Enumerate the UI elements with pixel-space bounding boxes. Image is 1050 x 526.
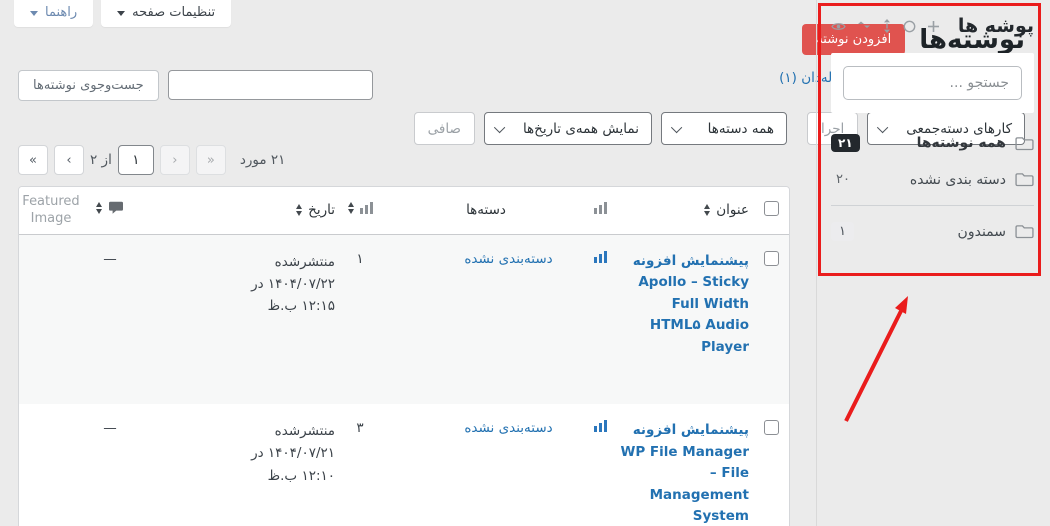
post-stats-icon[interactable] [593, 250, 607, 263]
current-page-input[interactable] [117, 145, 154, 175]
categories-filter-select[interactable]: همه دسته‌ها [661, 112, 787, 145]
views-count: ۳ [356, 420, 364, 436]
help-tab-label: راهنما [45, 5, 78, 20]
bar-chart-icon [359, 202, 373, 215]
dates-filter-label: نمایش همه‌ی تاریخ‌ها [522, 120, 639, 137]
post-stats-icon[interactable] [593, 420, 607, 432]
folders-divider [831, 205, 1034, 206]
categories-header-label: دسته‌ها [466, 202, 506, 219]
column-header-views[interactable] [335, 187, 385, 235]
sort-arrows-icon [296, 204, 303, 217]
last-page-button[interactable]: » [195, 145, 226, 175]
post-datetime: ۱۴۰۴/۰۷/۲۱ در ۱۲:۱۰ ب.ظ [251, 445, 335, 484]
folder-icon [1015, 136, 1034, 150]
wordpress-posts-screen: { "screen_meta": { "help_label": "راهنما… [0, 0, 1050, 526]
folder-label: سمندون [957, 223, 1006, 240]
folder-item-uncategorized[interactable]: دسته بندی نشده ۲۰ [817, 161, 1050, 198]
featured-image-cell [19, 234, 85, 404]
posts-search: جست‌وجوی نوشته‌ها [18, 70, 373, 101]
pagination: ۲۱ مورد » › از ۲ ‹ « [18, 145, 285, 175]
post-status: منتشرشده [274, 423, 335, 439]
dates-filter-select[interactable]: نمایش همه‌ی تاریخ‌ها [483, 112, 652, 145]
column-header-comments[interactable] [85, 187, 135, 235]
chevron-down-icon [670, 121, 683, 133]
search-posts-button[interactable]: جست‌وجوی نوشته‌ها [18, 70, 159, 101]
folder-label: همه نوشته‌ها [916, 135, 1006, 151]
total-pages-label: از ۲ [90, 152, 112, 168]
comments-count: — [103, 420, 117, 436]
folders-panel-title: پوشه ها [957, 15, 1034, 37]
first-page-button[interactable]: « [18, 145, 48, 175]
date-cell: منتشرشده ۱۴۰۴/۰۷/۲۲ در ۱۲:۱۵ ب.ظ [219, 251, 335, 318]
category-link[interactable]: دسته‌بندی نشده [464, 420, 552, 436]
screen-options-tab[interactable]: تنظیمات صفحه [101, 0, 232, 27]
column-header-featured-image: Featured Image [19, 187, 85, 235]
next-page-button[interactable]: › [159, 145, 190, 175]
eye-icon[interactable] [831, 21, 846, 32]
folder-item-samandoon[interactable]: سمندون ۱ [817, 213, 1050, 250]
post-datetime: ۱۴۰۴/۰۷/۲۲ در ۱۲:۱۵ ب.ظ [251, 275, 335, 315]
post-title-link[interactable]: پیشنمایش افزونه WP File Manager – File M… [619, 420, 749, 526]
folders-panel: پوشه ها همه نوشته‌ها ۲۱ [816, 0, 1050, 526]
folder-item-all-posts[interactable]: همه نوشته‌ها ۲۱ [817, 125, 1050, 161]
folder-count-badge: ۲۱ [831, 134, 860, 152]
folders-search-card [831, 53, 1034, 113]
category-link[interactable]: دسته‌بندی نشده [464, 251, 552, 267]
screen-options-label: تنظیمات صفحه [132, 5, 216, 20]
sort-arrows-icon [347, 202, 354, 215]
caret-down-icon [117, 10, 126, 20]
row-checkbox[interactable] [763, 420, 779, 435]
date-cell: منتشرشده ۱۴۰۴/۰۷/۲۱ در ۱۲:۱۰ ب.ظ [219, 420, 335, 487]
table-row: پیشنمایش افزونه Apollo – Sticky Full Wid… [19, 234, 789, 404]
sort-arrows-icon [96, 202, 102, 215]
bar-chart-icon [593, 202, 607, 215]
circle-icon[interactable] [903, 20, 916, 33]
prev-page-button[interactable]: ‹ [54, 145, 84, 175]
column-header-date[interactable]: تاریخ [135, 187, 335, 235]
folders-search-input[interactable] [843, 66, 1022, 100]
sort-arrows-icon [704, 204, 711, 217]
date-header-label: تاریخ [308, 202, 335, 219]
items-count: ۲۱ مورد [239, 152, 286, 168]
row-checkbox[interactable] [763, 250, 779, 266]
search-posts-input[interactable] [167, 70, 373, 100]
folder-icon [1015, 173, 1034, 187]
filter-button[interactable]: صافی [413, 112, 475, 145]
select-all-checkbox[interactable] [763, 200, 779, 216]
screen-meta-tabs: راهنما تنظیمات صفحه [14, 0, 232, 27]
folder-count: ۲۰ [836, 172, 850, 187]
resize-vertical-icon[interactable] [882, 19, 892, 33]
folder-count-badge: ۱ [831, 222, 854, 241]
sort-icon[interactable] [857, 21, 871, 31]
folders-toolbar [831, 19, 940, 33]
help-tab[interactable]: راهنما [14, 0, 94, 27]
views-count: ۱ [335, 234, 385, 404]
categories-filter-label: همه دسته‌ها [707, 120, 774, 137]
table-row: پیشنمایش افزونه WP File Manager – File M… [19, 404, 789, 526]
comments-count: — [103, 250, 117, 267]
caret-down-icon [30, 10, 38, 20]
posts-table: عنوان دسته‌ها [18, 186, 790, 526]
column-header-title[interactable]: عنوان [613, 187, 753, 235]
column-header-stats-icon [587, 187, 613, 235]
table-header-row: عنوان دسته‌ها [19, 187, 789, 235]
comment-icon [109, 202, 123, 215]
column-header-categories: دسته‌ها [385, 187, 587, 235]
add-folder-icon[interactable] [927, 20, 940, 33]
folder-label: دسته بندی نشده [909, 171, 1006, 188]
post-title-link[interactable]: پیشنمایش افزونه Apollo – Sticky Full Wid… [619, 251, 749, 359]
folder-icon [1015, 225, 1034, 239]
title-header-label: عنوان [716, 202, 749, 219]
featured-image-cell [19, 404, 85, 526]
chevron-down-icon [493, 121, 506, 133]
post-status: منتشرشده [274, 253, 335, 270]
